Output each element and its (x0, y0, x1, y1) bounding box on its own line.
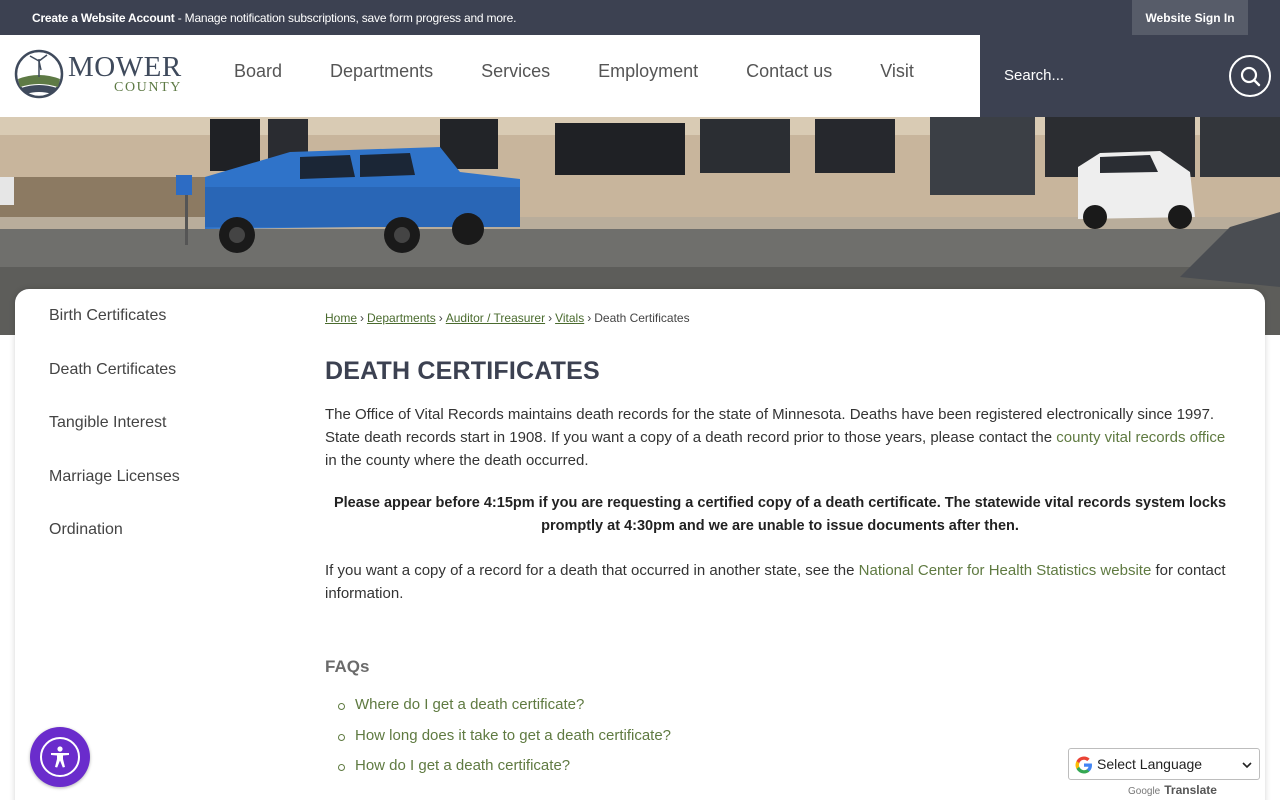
sidebar-item-death-certificates[interactable]: Death Certificates (49, 359, 180, 413)
language-select[interactable]: Select Language (1068, 748, 1260, 780)
county-vital-records-link[interactable]: county vital records office (1056, 429, 1225, 446)
sidebar-navigation: Birth Certificates Death Certificates Ta… (49, 305, 180, 573)
sidebar-item-birth-certificates[interactable]: Birth Certificates (49, 305, 180, 359)
create-account-bold: Create a Website Account (32, 11, 175, 25)
logo-emblem-icon (14, 49, 64, 99)
other-state-text: If you want a copy of a record for a dea… (325, 562, 859, 579)
breadcrumb: Home › Departments › Auditor / Treasurer › Vit… (325, 311, 1235, 325)
nav-contact-us[interactable]: Contact us (722, 35, 856, 117)
translate-wordmark: Translate (1164, 783, 1217, 797)
nav-employment[interactable]: Employment (574, 35, 722, 117)
faq-item-where[interactable]: Where do I get a death certificate? (338, 696, 1235, 727)
nav-departments[interactable]: Departments (306, 35, 457, 117)
breadcrumb-separator: › (360, 311, 365, 325)
website-sign-in-button[interactable]: Website Sign In (1132, 0, 1248, 35)
hours-notice: Please appear before 4:15pm if you are r… (333, 495, 1227, 534)
breadcrumb-auditor-treasurer[interactable]: Auditor / Treasurer (446, 311, 545, 325)
breadcrumb-separator: › (587, 311, 592, 325)
logo-word-county: COUNTY (114, 80, 182, 95)
top-bar: Create a Website Account - Manage notifi… (0, 0, 1280, 35)
site-logo[interactable]: MOWER COUNTY (14, 49, 189, 101)
breadcrumb-departments[interactable]: Departments (367, 311, 436, 325)
nav-visit[interactable]: Visit (856, 35, 938, 117)
accessibility-button[interactable] (30, 727, 90, 787)
breadcrumb-separator: › (438, 311, 443, 325)
google-g-icon (1075, 756, 1092, 774)
sidebar-item-ordination[interactable]: Ordination (49, 519, 180, 573)
other-state-paragraph: If you want a copy of a record for a dea… (325, 559, 1235, 605)
search-bar (980, 35, 1280, 117)
content-panel: Birth Certificates Death Certificates Ta… (15, 289, 1265, 800)
nchs-website-link[interactable]: National Center for Health Statistics we… (859, 562, 1152, 579)
sidebar-item-tangible-interest[interactable]: Tangible Interest (49, 412, 180, 466)
page-title: DEATH CERTIFICATES (325, 357, 600, 385)
powered-by-google-translate[interactable]: Google Translate (1128, 783, 1217, 797)
search-icon (1240, 66, 1261, 87)
accessibility-ring (40, 737, 80, 777)
create-account-link[interactable]: Create a Website Account - Manage notifi… (32, 11, 516, 25)
sidebar-item-marriage-licenses[interactable]: Marriage Licenses (49, 466, 180, 520)
nav-board[interactable]: Board (210, 35, 306, 117)
breadcrumb-separator: › (548, 311, 553, 325)
site-header: MOWER COUNTY Board Departments Services … (0, 35, 980, 117)
search-input[interactable] (990, 58, 1220, 92)
main-content: Home › Departments › Auditor / Treasurer › Vit… (325, 311, 1235, 788)
language-select-label: Select Language (1097, 756, 1203, 772)
create-account-text: - Manage notification subscriptions, sav… (174, 11, 517, 25)
search-button[interactable] (1229, 55, 1271, 97)
nav-services[interactable]: Services (457, 35, 574, 117)
breadcrumb-current: Death Certificates (594, 311, 690, 325)
accessibility-person-icon (51, 746, 69, 768)
main-navigation: Board Departments Services Employment Co… (210, 35, 938, 117)
chevron-down-icon (1242, 762, 1252, 769)
breadcrumb-vitals[interactable]: Vitals (555, 311, 584, 325)
intro-paragraph: The Office of Vital Records maintains de… (325, 403, 1235, 472)
intro-tail: in the county where the death occurred. (325, 452, 589, 469)
faqs-heading: FAQs (325, 657, 370, 676)
breadcrumb-home[interactable]: Home (325, 311, 357, 325)
google-wordmark: Google (1128, 786, 1161, 797)
